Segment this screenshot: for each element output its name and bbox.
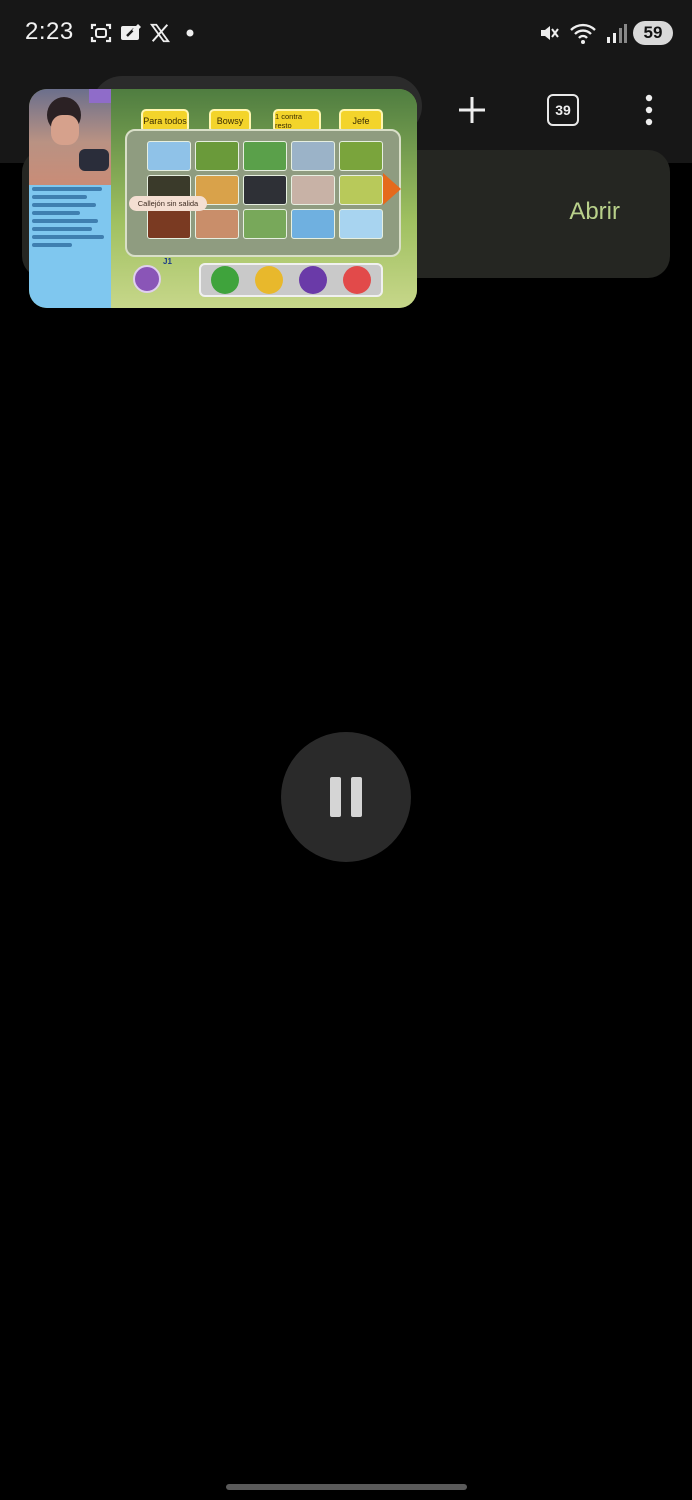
dot-icon bbox=[184, 20, 196, 46]
x-logo-icon bbox=[148, 20, 172, 46]
toad-icon bbox=[343, 266, 371, 294]
status-bar: 2:23 59 bbox=[0, 0, 692, 66]
waluigi-icon bbox=[299, 266, 327, 294]
stream-chat bbox=[29, 185, 111, 308]
open-button[interactable]: Abrir bbox=[569, 198, 620, 226]
wario-icon bbox=[255, 266, 283, 294]
yoshi-icon bbox=[211, 266, 239, 294]
tab-count: 39 bbox=[547, 94, 579, 126]
minigame-grid bbox=[125, 129, 401, 257]
character-bar bbox=[199, 263, 383, 297]
battery-indicator: 59 bbox=[633, 21, 673, 45]
next-page-arrow-icon bbox=[383, 173, 401, 205]
player-label: J1 bbox=[163, 257, 172, 266]
minigame-tooltip: Callejón sin salida bbox=[129, 196, 207, 211]
wifi-icon bbox=[568, 20, 598, 46]
game-screen: Para todos Bowsy 1 contra resto Jefe Cal… bbox=[111, 89, 417, 308]
mute-icon bbox=[536, 20, 562, 46]
more-vert-icon bbox=[645, 94, 653, 126]
signal-icon bbox=[604, 20, 628, 46]
pause-button[interactable] bbox=[281, 732, 411, 862]
new-tab-button[interactable] bbox=[448, 84, 496, 136]
cast-icon bbox=[118, 20, 144, 46]
menu-button[interactable] bbox=[625, 84, 673, 136]
pip-video-window[interactable]: Para todos Bowsy 1 contra resto Jefe Cal… bbox=[29, 89, 417, 308]
streamer-webcam bbox=[29, 89, 111, 185]
tab-switcher-button[interactable]: 39 bbox=[539, 84, 587, 136]
status-time: 2:23 bbox=[25, 18, 74, 45]
screenshot-icon bbox=[88, 20, 114, 46]
back-icon bbox=[133, 265, 161, 293]
plus-icon bbox=[459, 97, 485, 123]
pause-icon bbox=[330, 777, 341, 817]
home-indicator[interactable] bbox=[226, 1484, 467, 1490]
